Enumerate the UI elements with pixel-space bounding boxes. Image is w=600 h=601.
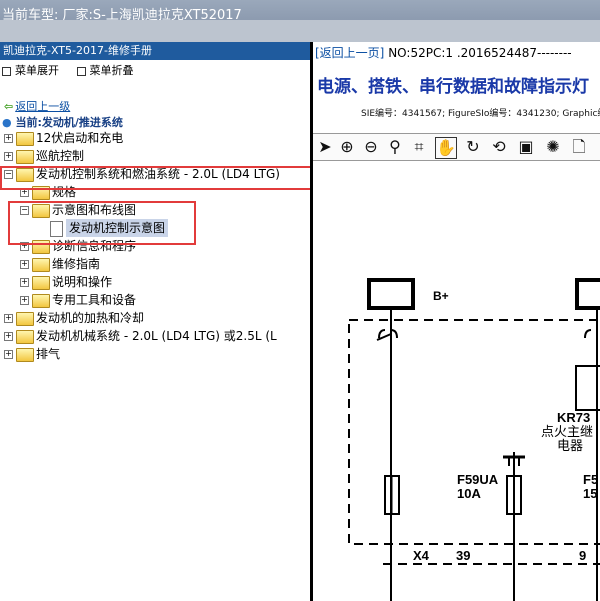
folder-icon xyxy=(16,150,34,164)
tree-item-label: 维修指南 xyxy=(52,257,101,271)
pointer-icon[interactable]: ➤ xyxy=(315,137,335,157)
menu-bar: 菜单展开 菜单折叠 xyxy=(0,60,310,82)
crop-icon[interactable]: ⌗ xyxy=(409,137,429,157)
connector-label: X4 xyxy=(413,548,430,563)
wiring-diagram: B+ KR73 点火主继 电器 F59UA 10A F5 15 X4 39 9 xyxy=(348,278,600,601)
folder-icon xyxy=(16,132,34,146)
tree-item[interactable]: + 巡航控制 xyxy=(0,147,310,165)
hand-icon[interactable]: ✋ xyxy=(435,137,457,159)
relay-desc-2: 电器 xyxy=(557,439,583,454)
toolbar-strip xyxy=(0,20,600,42)
reset-icon[interactable]: ⟲ xyxy=(489,137,509,157)
tree-item-label: 专用工具和设备 xyxy=(52,293,137,307)
folder-icon xyxy=(16,348,34,362)
folder-icon xyxy=(32,294,50,308)
tree-item[interactable]: + 发动机的加热和冷却 xyxy=(0,309,310,327)
expand-toggle-icon[interactable]: + xyxy=(4,134,13,143)
back-up-link[interactable]: ⇦ 返回上一级 xyxy=(4,98,70,114)
expand-toggle-icon[interactable]: + xyxy=(4,332,13,341)
manual-header: 凯迪拉克-XT5-2017-维修手册 xyxy=(0,42,310,60)
back-arrow-icon: ⇦ xyxy=(4,100,14,113)
expand-toggle-icon[interactable]: + xyxy=(4,314,13,323)
back-page-link[interactable]: [返回上一页] xyxy=(315,46,384,60)
tree-item[interactable]: +12伏启动和充电 xyxy=(0,129,310,147)
menu-expand-button[interactable]: 菜单展开 xyxy=(2,64,59,77)
bplus-box-right xyxy=(575,278,600,310)
folder-icon xyxy=(16,330,34,344)
tree-item[interactable]: + 发动机机械系统 - 2.0L (LD4 LTG) 或2.5L (L xyxy=(0,327,310,345)
navigation-pane: 凯迪拉克-XT5-2017-维修手册 菜单展开 菜单折叠 ⇦ 返回上一级 ● 当前… xyxy=(0,42,313,601)
tree-item-label: 排气 xyxy=(36,347,61,361)
page-icon[interactable]: 🗋 xyxy=(569,137,589,157)
connector-pin-39: 39 xyxy=(456,548,470,563)
viewer-toolbar: ➤ ⊕ ⊖ ⚲ ⌗ ✋ ↻ ⟲ ▣ ✺ 🗋 xyxy=(313,133,600,161)
rotate-icon[interactable]: ↻ xyxy=(463,137,483,157)
current-location: ● 当前:发动机/推进系统 xyxy=(2,116,123,129)
menu-collapse-button[interactable]: 菜单折叠 xyxy=(76,64,134,77)
expand-icon xyxy=(2,66,11,76)
location-icon: ● xyxy=(2,116,12,129)
fit-icon[interactable]: ▣ xyxy=(516,137,536,157)
fuse-f59ua-amp: 10A xyxy=(457,486,481,501)
zoom-in-icon[interactable]: ⊕ xyxy=(337,137,357,157)
tree-item[interactable]: + 专用工具和设备 xyxy=(0,291,310,309)
tree-item[interactable]: + 维修指南 xyxy=(0,255,310,273)
tree-item[interactable]: + 排气 xyxy=(0,345,310,363)
tree-item[interactable]: + 说明和操作 xyxy=(0,273,310,291)
document-number: NO:52PC:1 .2016524487-------- xyxy=(384,46,572,60)
tree-item-label: 巡航控制 xyxy=(36,149,85,163)
folder-icon xyxy=(32,258,50,272)
expand-toggle-icon[interactable]: + xyxy=(4,152,13,161)
tree-item-label: 12伏启动和充电 xyxy=(36,131,124,145)
folder-icon xyxy=(32,276,50,290)
expand-toggle-icon[interactable]: + xyxy=(4,350,13,359)
bplus-label: B+ xyxy=(433,289,449,303)
expand-toggle-icon[interactable]: + xyxy=(20,260,29,269)
folder-icon xyxy=(16,312,34,326)
document-header: [返回上一页] NO:52PC:1 .2016524487-------- xyxy=(315,44,572,61)
highlight-box-diagrams xyxy=(8,201,196,245)
fuse-f59ua-name: F59UA xyxy=(457,472,499,487)
zoom-out-icon[interactable]: ⊖ xyxy=(361,137,381,157)
fuse-right-amp: 15 xyxy=(583,486,597,501)
document-pane: [返回上一页] NO:52PC:1 .2016524487-------- 电源… xyxy=(313,42,600,601)
tree-item-label: 说明和操作 xyxy=(52,275,113,289)
tree-item-label: 发动机的加热和冷却 xyxy=(36,311,145,325)
fuse-right-name: F5 xyxy=(583,472,598,487)
collapse-icon xyxy=(76,66,86,76)
connector-pin-9: 9 xyxy=(579,548,586,563)
relay-desc: 点火主继 xyxy=(541,425,593,440)
bplus-box-left xyxy=(367,278,415,310)
expand-toggle-icon[interactable]: + xyxy=(20,278,29,287)
relay-name: KR73 xyxy=(557,410,590,425)
highlight-box-engine-control xyxy=(0,166,310,190)
zoom-icon[interactable]: ⚲ xyxy=(385,137,405,157)
settings-icon[interactable]: ✺ xyxy=(543,137,563,157)
tree-item-label: 发动机机械系统 - 2.0L (LD4 LTG) 或2.5L (L xyxy=(36,329,277,343)
document-title: 电源、搭铁、串行数据和故障指示灯 xyxy=(317,77,589,97)
document-subtitle: SIE编号：4341567; FigureSIo编号：4341230; Grap… xyxy=(361,109,600,119)
expand-toggle-icon[interactable]: + xyxy=(20,296,29,305)
